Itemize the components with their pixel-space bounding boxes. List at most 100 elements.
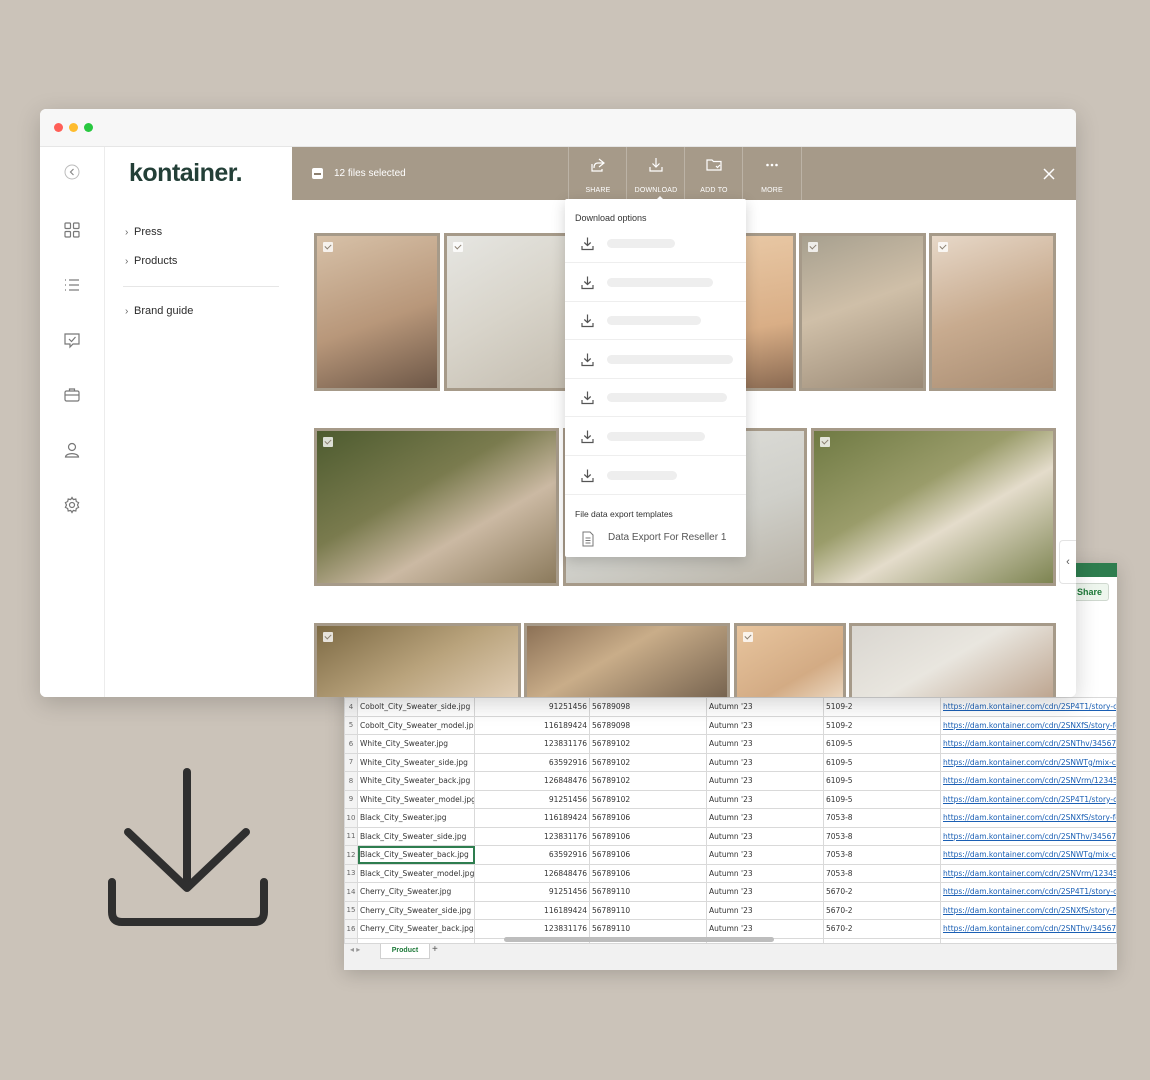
cell-sku[interactable]: 7053-8	[823, 863, 941, 883]
cell-id[interactable]: 56789102	[589, 789, 707, 809]
cell-sku[interactable]: 7053-8	[823, 808, 941, 828]
asset-thumbnail[interactable]	[524, 623, 730, 697]
row-number[interactable]: 7	[344, 752, 358, 772]
check-icon[interactable]	[323, 632, 333, 642]
cell-link[interactable]: https://dam.kontainer.com/cdn/2SNWTg/mix…	[940, 845, 1117, 865]
cell-sku[interactable]: 5109-2	[823, 715, 941, 735]
cell-sku[interactable]: 6109-5	[823, 752, 941, 772]
cell-filesize[interactable]: 91251456	[474, 789, 590, 809]
cell-link[interactable]: https://dam.kontainer.com/cdn/2SNXfS/sto…	[940, 900, 1117, 920]
table-row[interactable]: 8 White_City_Sweater_back.jpg 126848476 567…	[344, 771, 1117, 791]
cell-id[interactable]: 56789102	[589, 771, 707, 791]
cell-season[interactable]: Autumn '23	[706, 771, 824, 791]
cell-filesize[interactable]: 116189424	[474, 808, 590, 828]
cell-filename[interactable]: Black_City_Sweater_model.jpg	[357, 863, 475, 883]
cell-filename[interactable]: Cobolt_City_Sweater_model.jpg	[357, 715, 475, 735]
asset-thumbnail[interactable]	[799, 233, 926, 391]
download-option[interactable]	[565, 263, 746, 302]
row-number[interactable]: 5	[344, 715, 358, 735]
cell-season[interactable]: Autumn '23	[706, 734, 824, 754]
spreadsheet-grid[interactable]: 4 Cobolt_City_Sweater_side.jpg 91251456 567…	[344, 697, 1117, 957]
cell-id[interactable]: 56789110	[589, 882, 707, 902]
table-row[interactable]: 15 Cherry_City_Sweater_side.jpg 116189424 5…	[344, 900, 1117, 920]
nav-item-press[interactable]: › Press	[125, 226, 162, 238]
row-number[interactable]: 15	[344, 900, 358, 920]
cell-link[interactable]: https://dam.kontainer.com/cdn/2SNXfS/sto…	[940, 808, 1117, 828]
row-number[interactable]: 13	[344, 863, 358, 883]
cell-sku[interactable]: 5670-2	[823, 900, 941, 920]
row-number[interactable]: 9	[344, 789, 358, 809]
user-icon[interactable]	[62, 440, 82, 460]
cell-link[interactable]: https://dam.kontainer.com/cdn/2SNThv/345…	[940, 919, 1117, 939]
cell-link[interactable]: https://dam.kontainer.com/cdn/2SP4T1/sto…	[940, 697, 1117, 717]
asset-thumbnail[interactable]	[314, 233, 440, 391]
cell-season[interactable]: Autumn '23	[706, 697, 824, 717]
cell-filesize[interactable]: 116189424	[474, 715, 590, 735]
cell-season[interactable]: Autumn '23	[706, 919, 824, 939]
asset-thumbnail[interactable]	[929, 233, 1056, 391]
cell-sku[interactable]: 6109-5	[823, 734, 941, 754]
add-sheet-button[interactable]: +	[432, 944, 438, 955]
table-row[interactable]: 4 Cobolt_City_Sweater_side.jpg 91251456 567…	[344, 697, 1117, 717]
check-icon[interactable]	[808, 242, 818, 252]
cell-sku[interactable]: 7053-8	[823, 845, 941, 865]
cell-sku[interactable]: 5109-2	[823, 697, 941, 717]
cell-filesize[interactable]: 123831176	[474, 826, 590, 846]
check-icon[interactable]	[820, 437, 830, 447]
cell-link[interactable]: https://dam.kontainer.com/cdn/2SNVrm/123…	[940, 863, 1117, 883]
asset-thumbnail[interactable]	[444, 233, 570, 391]
nav-item-brand-guide[interactable]: › Brand guide	[125, 305, 193, 317]
cell-filename[interactable]: White_City_Sweater_back.jpg	[357, 771, 475, 791]
asset-thumbnail[interactable]	[314, 623, 521, 697]
cell-filename[interactable]: White_City_Sweater.jpg	[357, 734, 475, 754]
table-row[interactable]: 16 Cherry_City_Sweater_back.jpg 123831176 5…	[344, 919, 1117, 939]
asset-thumbnail[interactable]	[734, 623, 846, 697]
cell-sku[interactable]: 7053-8	[823, 826, 941, 846]
cell-id[interactable]: 56789098	[589, 697, 707, 717]
cell-id[interactable]: 56789110	[589, 900, 707, 920]
cell-id[interactable]: 56789106	[589, 863, 707, 883]
row-number[interactable]: 11	[344, 826, 358, 846]
cell-filename[interactable]: White_City_Sweater_model.jpg	[357, 789, 475, 809]
cell-filename[interactable]: Black_City_Sweater_side.jpg	[357, 826, 475, 846]
list-icon[interactable]	[62, 275, 82, 295]
share-button[interactable]: SHARE	[568, 147, 627, 200]
check-icon[interactable]	[323, 242, 333, 252]
cell-id[interactable]: 56789106	[589, 826, 707, 846]
cell-filename[interactable]: Cherry_City_Sweater.jpg	[357, 882, 475, 902]
horizontal-scrollbar[interactable]	[504, 937, 774, 942]
side-panel-toggle[interactable]: ‹	[1059, 540, 1076, 584]
cell-season[interactable]: Autumn '23	[706, 808, 824, 828]
cell-season[interactable]: Autumn '23	[706, 826, 824, 846]
cell-season[interactable]: Autumn '23	[706, 789, 824, 809]
cell-filesize[interactable]: 116189424	[474, 900, 590, 920]
row-number[interactable]: 14	[344, 882, 358, 902]
cell-link[interactable]: https://dam.kontainer.com/cdn/2SNXfS/sto…	[940, 715, 1117, 735]
table-row[interactable]: 10 Black_City_Sweater.jpg 116189424 5678910…	[344, 808, 1117, 828]
check-icon[interactable]	[938, 242, 948, 252]
cell-filename[interactable]: Black_City_Sweater_back.jpg	[357, 845, 475, 865]
briefcase-icon[interactable]	[62, 385, 82, 405]
cell-sku[interactable]: 5670-2	[823, 919, 941, 939]
asset-thumbnail[interactable]	[811, 428, 1056, 586]
table-row[interactable]: 6 White_City_Sweater.jpg 123831176 56789102…	[344, 734, 1117, 754]
cell-link[interactable]: https://dam.kontainer.com/cdn/2SNVrm/123…	[940, 771, 1117, 791]
approval-icon[interactable]	[62, 330, 82, 350]
cell-filename[interactable]: Cherry_City_Sweater_side.jpg	[357, 900, 475, 920]
cell-id[interactable]: 56789102	[589, 752, 707, 772]
check-icon[interactable]	[323, 437, 333, 447]
asset-thumbnail[interactable]	[849, 623, 1056, 697]
row-number[interactable]: 8	[344, 771, 358, 791]
sheet-nav-arrows[interactable]: ◂ ▸	[350, 945, 360, 954]
window-minimize-dot[interactable]	[69, 123, 78, 132]
close-icon[interactable]	[1042, 167, 1056, 181]
asset-thumbnail[interactable]	[314, 428, 559, 586]
settings-gear-icon[interactable]	[62, 495, 82, 515]
cell-season[interactable]: Autumn '23	[706, 900, 824, 920]
download-option[interactable]	[565, 224, 746, 263]
cell-filesize[interactable]: 91251456	[474, 882, 590, 902]
cell-sku[interactable]: 6109-5	[823, 771, 941, 791]
row-number[interactable]: 6	[344, 734, 358, 754]
cell-season[interactable]: Autumn '23	[706, 715, 824, 735]
cell-filesize[interactable]: 123831176	[474, 919, 590, 939]
